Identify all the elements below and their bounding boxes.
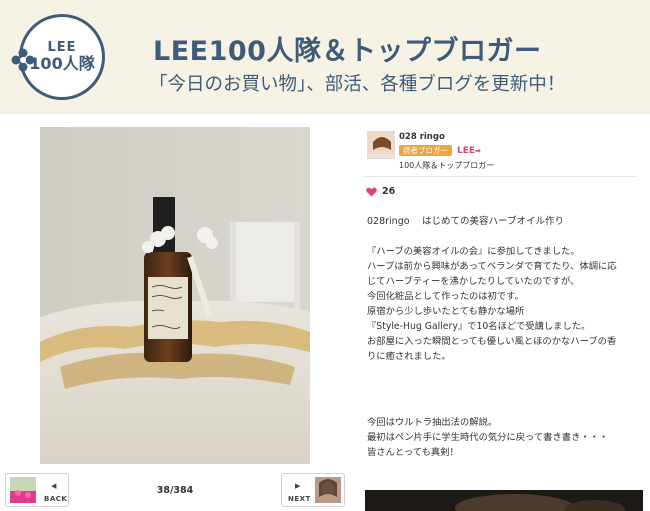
- blogger-name[interactable]: 028 ringo: [399, 132, 445, 142]
- photo-herb-oil-bottle: [40, 127, 310, 464]
- lee100-logo[interactable]: LEE 100人隊: [11, 14, 105, 100]
- chevron-left-icon: ◀: [51, 482, 57, 490]
- like-count: 26: [382, 186, 396, 197]
- flower-icon: [11, 48, 35, 72]
- heart-icon[interactable]: [366, 187, 377, 197]
- divider: [363, 176, 637, 177]
- lee-brand-mark: LEE➡: [457, 146, 481, 156]
- chevron-right-icon: ▶: [295, 482, 301, 490]
- post-line: ハーブは前から興味があってベランダで育てたり、体調に応: [367, 261, 617, 272]
- back-thumbnail: [10, 477, 36, 503]
- blogger-avatar[interactable]: [367, 131, 395, 159]
- post-line: 皆さんとっても真剣！: [367, 447, 459, 458]
- lee-brand-text: LEE: [457, 145, 476, 156]
- arrow-right-icon: ➡: [475, 146, 481, 155]
- logo-lee-text: LEE: [47, 39, 77, 55]
- post-line: じてハーブティーを沸かしたりしていたのですが、: [367, 276, 580, 287]
- back-label: BACK: [44, 495, 68, 503]
- image-counter: 38/384: [156, 485, 194, 496]
- logo-100-text: 100人隊: [29, 53, 95, 73]
- next-label: NEXT: [288, 495, 311, 503]
- banner-subtitle: 「今日のお買い物」、部活、各種ブログを更新中！: [149, 74, 566, 95]
- post-photo-next: [365, 490, 643, 511]
- post-line: 『Style-Hug Gallery』で10名ほどで受講しました。: [367, 321, 591, 332]
- blogger-badges: 読者ブロガー LEE➡: [399, 145, 481, 156]
- post-line: 今回はウルトラ抽出法の解説。: [367, 417, 498, 428]
- post-paragraph-2: 今回はウルトラ抽出法の解説。 最初はペン片手に学生時代の気分に戻って書き書き・・…: [367, 415, 642, 460]
- post-line: 今回化粧品として作ったのは初です。: [367, 291, 524, 302]
- like-section[interactable]: 26: [366, 186, 395, 197]
- back-button[interactable]: ◀ BACK: [5, 473, 69, 507]
- header-banner[interactable]: LEE 100人隊 LEE100人隊＆トップブロガー 「今日のお買い物」、部活、…: [0, 0, 650, 114]
- post-line: 原宿から少し歩いたとても静かな場所: [367, 306, 525, 317]
- post-title: 028ringo はじめての美容ハーブオイル作り: [367, 216, 564, 227]
- reader-blogger-badge: 読者ブロガー: [399, 145, 452, 156]
- post-line: 『ハーブの美容オイルの会』に参加してきました。: [367, 246, 580, 257]
- next-thumbnail: [315, 477, 341, 503]
- main-photo[interactable]: [40, 127, 310, 464]
- blogger-group: 100人隊＆トップブロガー: [399, 161, 495, 170]
- next-button[interactable]: ▶ NEXT: [281, 473, 345, 507]
- post-line: 最初はペン片手に学生時代の気分に戻って書き書き・・・: [367, 432, 609, 443]
- banner-title: LEE100人隊＆トップブロガー: [153, 36, 542, 67]
- post-line: お部屋に入った瞬間とっても優しい風とほのかなハーブの香: [367, 336, 617, 347]
- post-paragraph-1: 『ハーブの美容オイルの会』に参加してきました。 ハーブは前から興味があってベラン…: [367, 244, 642, 364]
- post-line: りに癒されました。: [367, 351, 451, 362]
